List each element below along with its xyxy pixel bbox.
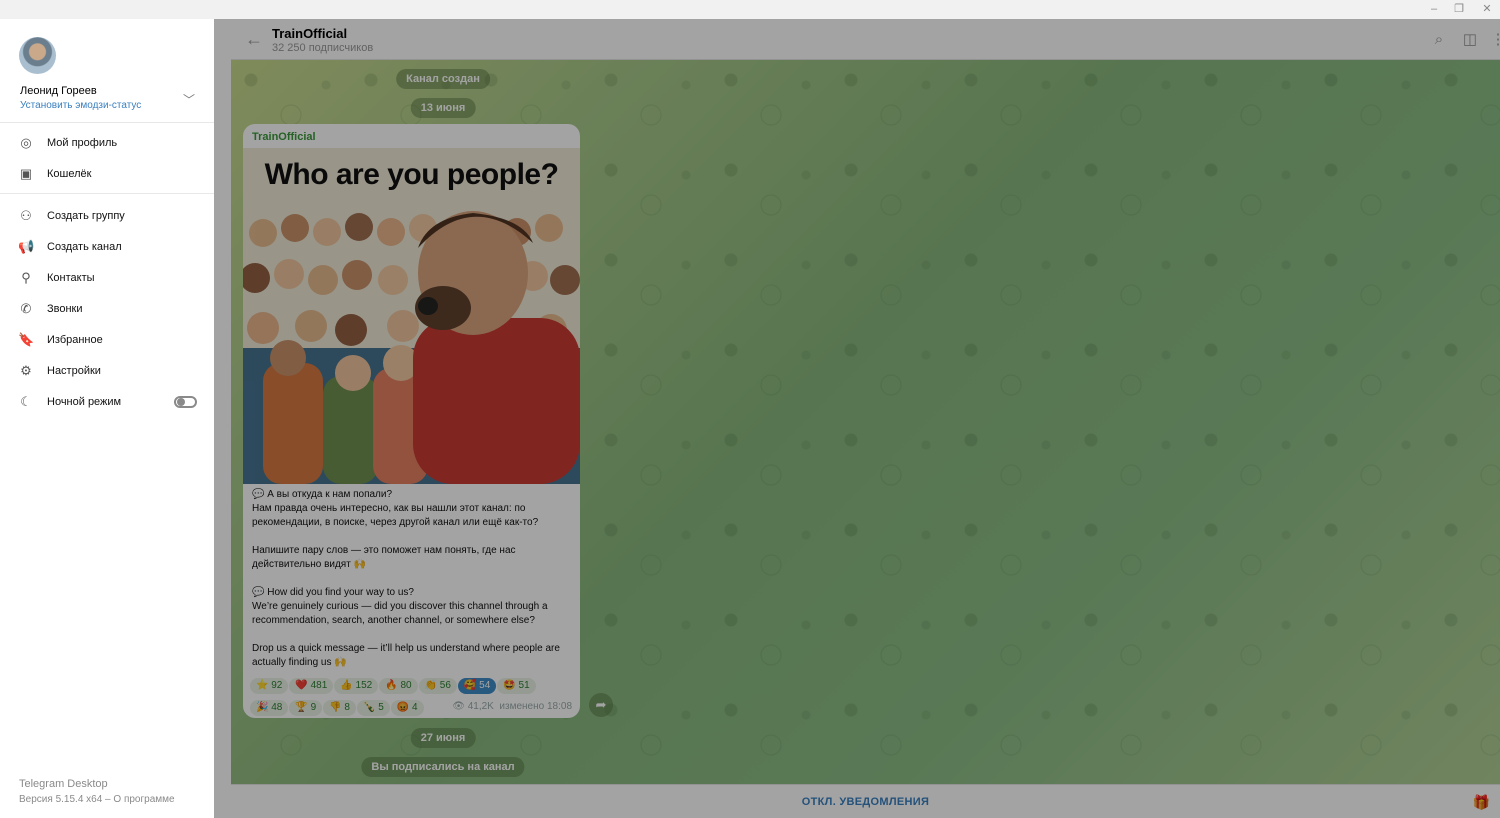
menu-item-contacts[interactable]: ⚲ Контакты — [0, 263, 214, 294]
menu-item-label: Ночной режим — [47, 396, 122, 408]
minimize-button[interactable]: – — [1424, 2, 1444, 17]
app-name: Telegram Desktop — [19, 778, 108, 790]
menu-item-label: Кошелёк — [47, 168, 92, 180]
person-icon: ⚲ — [21, 270, 31, 285]
bookmark-icon: 🔖 — [18, 332, 35, 347]
menu-item-saved[interactable]: 🔖 Избранное — [0, 325, 214, 356]
app-version-link[interactable]: Версия 5.15.4 x64 – О программе — [19, 794, 175, 805]
user-name[interactable]: Леонид Гореев — [20, 85, 97, 97]
wallet-icon: ▣ — [19, 166, 33, 181]
menu-item-label: Контакты — [47, 272, 95, 284]
menu-item-create-channel[interactable]: 📢 Создать канал — [0, 232, 214, 263]
menu-item-my-profile[interactable]: ◎ Мой профиль — [0, 128, 214, 159]
menu-item-wallet[interactable]: ▣ Кошелёк — [0, 159, 214, 190]
menu-item-label: Звонки — [47, 303, 83, 315]
megaphone-icon: 📢 — [18, 239, 35, 254]
menu-item-label: Настройки — [47, 365, 101, 377]
window-titlebar: – ❐ ✕ — [0, 0, 1500, 19]
menu-item-create-group[interactable]: ⚇ Создать группу — [0, 201, 214, 232]
menu-item-label: Избранное — [47, 334, 103, 346]
group-icon: ⚇ — [20, 208, 32, 223]
night-mode-toggle[interactable] — [174, 396, 197, 408]
moon-icon: ☾ — [20, 394, 32, 409]
drawer-overlay[interactable] — [214, 19, 1500, 818]
main-menu-drawer: Леонид Гореев Установить эмодзи-статус ﹀… — [0, 19, 214, 818]
set-emoji-status-link[interactable]: Установить эмодзи-статус — [20, 100, 141, 111]
divider — [0, 122, 214, 123]
divider — [0, 193, 214, 194]
menu-item-settings[interactable]: ⚙ Настройки — [0, 356, 214, 387]
profile-icon: ◎ — [20, 135, 32, 150]
menu-item-label: Мой профиль — [47, 137, 118, 149]
chevron-down-icon[interactable]: ﹀ — [183, 91, 195, 108]
avatar[interactable] — [19, 37, 56, 74]
gear-icon: ⚙ — [20, 363, 32, 378]
menu-item-label: Создать канал — [47, 241, 122, 253]
restore-button[interactable]: ❐ — [1449, 2, 1469, 17]
menu-item-calls[interactable]: ✆ Звонки — [0, 294, 214, 325]
menu-item-label: Создать группу — [47, 210, 125, 222]
phone-icon: ✆ — [20, 301, 32, 316]
chat-area: ← TrainOfficial 32 250 подписчиков ⌕ ◫ ⋮… — [214, 19, 1500, 818]
menu-item-night-mode[interactable]: ☾ Ночной режим — [0, 387, 214, 418]
close-button[interactable]: ✕ — [1477, 2, 1497, 17]
